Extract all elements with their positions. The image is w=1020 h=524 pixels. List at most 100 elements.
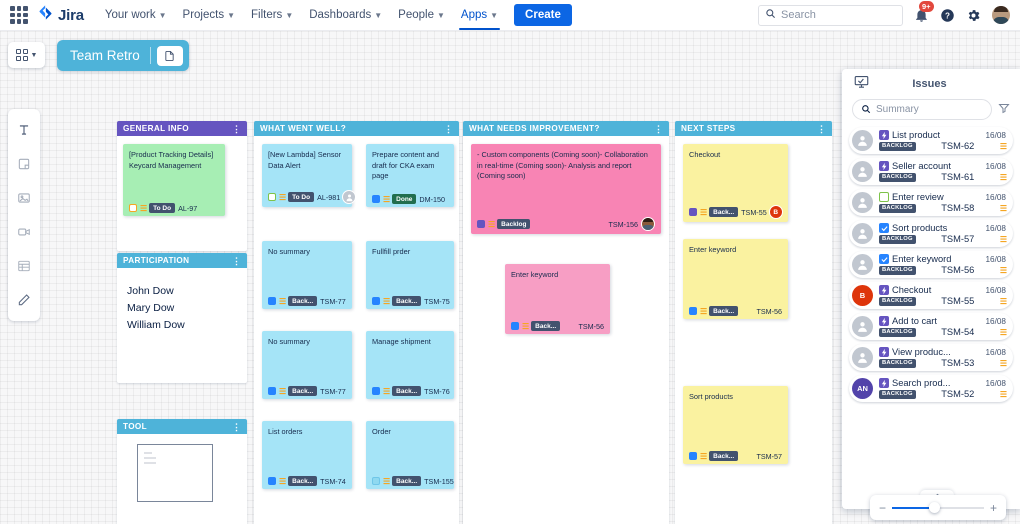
issue-row[interactable]: Sort products 16/08 BACKLOG TSM-57 ☰ xyxy=(849,220,1013,247)
zoom-in-button[interactable]: + xyxy=(990,502,997,514)
avatar[interactable]: B xyxy=(852,285,873,306)
issue-row[interactable]: View produc... 16/08 BACKLOG TSM-53 ☰ xyxy=(849,344,1013,371)
whiteboard-frame-thumbnail[interactable] xyxy=(137,444,213,502)
column-next-steps[interactable]: NEXT STEPS ⋮ Checkout ☰ Back... TSM-55 B… xyxy=(675,121,832,524)
zoom-out-button[interactable]: − xyxy=(879,502,886,514)
settings-gear-icon[interactable] xyxy=(966,8,981,23)
column-participation[interactable]: PARTICIPATION ⋮ John Dow Mary Dow Willia… xyxy=(117,253,247,383)
column-what-needs-improvement[interactable]: WHAT NEEDS IMPROVEMENT? ⋮ - Custom compo… xyxy=(463,121,669,524)
avatar[interactable]: AN xyxy=(852,378,873,399)
nav-item-people[interactable]: People ▼ xyxy=(391,5,452,25)
board-menu-button[interactable]: ▼ xyxy=(8,42,45,68)
avatar[interactable] xyxy=(641,217,655,231)
issue-row-bottom: BACKLOG TSM-62 ☰ xyxy=(879,141,1007,151)
column-menu-icon[interactable]: ⋮ xyxy=(232,256,241,265)
status-badge: Back... xyxy=(392,476,422,486)
issue-row[interactable]: AN Search prod... 16/08 BACKLOG TSM-52 ☰ xyxy=(849,375,1013,402)
column-header[interactable]: WHAT WENT WELL? ⋮ xyxy=(254,121,459,136)
column-menu-icon[interactable]: ⋮ xyxy=(817,124,826,133)
avatar[interactable] xyxy=(852,254,873,275)
table-tool-icon[interactable] xyxy=(9,249,39,283)
zoom-slider-track[interactable] xyxy=(892,501,984,513)
sticky-card[interactable]: - Custom components (Coming soon)- Colla… xyxy=(471,144,661,234)
zoom-control[interactable]: − + xyxy=(870,495,1006,520)
avatar[interactable]: B xyxy=(768,205,783,219)
global-search-input[interactable]: Search xyxy=(758,4,903,26)
issues-panel[interactable]: Issues Summary List product 16/08 BACKLOG T… xyxy=(842,69,1020,509)
notifications-bell-icon[interactable]: 9+ xyxy=(914,0,934,23)
avatar[interactable] xyxy=(852,130,873,151)
column-general-info[interactable]: GENERAL INFO ⋮ [Product Tracking Details… xyxy=(117,121,247,251)
column-menu-icon[interactable]: ⋮ xyxy=(232,124,241,133)
sticky-card[interactable]: Order ☰ Back... TSM-155 xyxy=(366,421,454,489)
avatar[interactable] xyxy=(852,223,873,244)
issue-key: TSM-77 xyxy=(320,386,346,396)
sticky-card[interactable]: List orders ☰ Back... TSM-74 xyxy=(262,421,352,489)
column-header[interactable]: NEXT STEPS ⋮ xyxy=(675,121,832,136)
column-header[interactable]: TOOL ⋮ xyxy=(117,419,247,434)
zoom-slider-handle[interactable] xyxy=(928,501,940,513)
column-header[interactable]: WHAT NEEDS IMPROVEMENT? ⋮ xyxy=(463,121,669,136)
avatar[interactable] xyxy=(852,161,873,182)
sticky-card[interactable]: Manage shipment ☰ Back... TSM-76 xyxy=(366,331,454,399)
sticky-note-tool-icon[interactable] xyxy=(9,147,39,181)
status-badge: Back... xyxy=(392,296,422,306)
pen-tool-icon[interactable] xyxy=(9,283,39,317)
frame-line xyxy=(144,457,156,459)
issue-row[interactable]: Enter keyword 16/08 BACKLOG TSM-56 ☰ xyxy=(849,251,1013,278)
nav-item-your-work[interactable]: Your work ▼ xyxy=(98,5,174,25)
avatar[interactable] xyxy=(852,347,873,368)
user-avatar[interactable] xyxy=(992,6,1010,24)
image-tool-icon[interactable] xyxy=(9,181,39,215)
sticky-card[interactable]: Enter keyword ☰ Back... TSM-56 xyxy=(683,239,788,319)
sticky-card[interactable]: Fullfill prder ☰ Back... TSM-75 xyxy=(366,241,454,309)
whiteboard-canvas[interactable]: ▼ Team Retro GENERAL INFO ⋮ [Product Tra… xyxy=(0,31,1020,524)
sticky-card[interactable]: Enter keyword ☰ Back... TSM-56 xyxy=(505,264,610,334)
nav-item-apps[interactable]: Apps ▼ xyxy=(454,5,505,30)
avatar[interactable] xyxy=(342,190,357,204)
issue-row-bottom: BACKLOG TSM-55 ☰ xyxy=(879,296,1007,306)
nav-item-projects[interactable]: Projects ▼ xyxy=(176,5,242,25)
column-menu-icon[interactable]: ⋮ xyxy=(444,124,453,133)
board-tab-team-retro[interactable]: Team Retro xyxy=(57,40,189,71)
issue-row[interactable]: Enter review 16/08 BACKLOG TSM-58 ☰ xyxy=(849,189,1013,216)
column-tool[interactable]: TOOL ⋮ xyxy=(117,419,247,524)
column-menu-icon[interactable]: ⋮ xyxy=(654,124,663,133)
column-what-went-well[interactable]: WHAT WENT WELL? ⋮ [New Lambda] Sensor Da… xyxy=(254,121,459,524)
column-body[interactable]: [New Lambda] Sensor Data Alert ☰ To Do A… xyxy=(254,136,459,524)
issue-row[interactable]: Seller account 16/08 BACKLOG TSM-61 ☰ xyxy=(849,158,1013,185)
issue-row[interactable]: B Checkout 16/08 BACKLOG TSM-55 ☰ xyxy=(849,282,1013,309)
help-icon[interactable]: ? xyxy=(940,8,955,23)
video-tool-icon[interactable] xyxy=(9,215,39,249)
duplicate-board-icon[interactable] xyxy=(156,45,183,66)
issues-list[interactable]: List product 16/08 BACKLOG TSM-62 ☰ Seller ac… xyxy=(842,127,1020,402)
column-body[interactable]: Checkout ☰ Back... TSM-55 B Enter keywor… xyxy=(675,136,832,524)
status-badge: Back... xyxy=(392,386,422,396)
issues-summary-search-input[interactable]: Summary xyxy=(852,99,992,120)
nav-item-filters[interactable]: Filters ▼ xyxy=(244,5,300,25)
column-body[interactable] xyxy=(117,444,247,502)
avatar[interactable] xyxy=(852,316,873,337)
sticky-card[interactable]: [New Lambda] Sensor Data Alert ☰ To Do A… xyxy=(262,144,357,207)
sticky-card[interactable]: No summary ☰ Back... TSM-77 xyxy=(262,331,352,399)
nav-item-dashboards[interactable]: Dashboards ▼ xyxy=(302,5,389,25)
jira-logo-home-link[interactable]: Jira xyxy=(37,4,84,26)
sticky-card[interactable]: No summary ☰ Back... TSM-77 xyxy=(262,241,352,309)
column-body[interactable]: John Dow Mary Dow William Dow xyxy=(117,268,247,331)
sticky-card[interactable]: Checkout ☰ Back... TSM-55 B xyxy=(683,144,788,222)
issue-row[interactable]: List product 16/08 BACKLOG TSM-62 ☰ xyxy=(849,127,1013,154)
issue-row[interactable]: Add to cart 16/08 BACKLOG TSM-54 ☰ xyxy=(849,313,1013,340)
column-header[interactable]: PARTICIPATION ⋮ xyxy=(117,253,247,268)
sticky-card[interactable]: Sort products ☰ Back... TSM-57 xyxy=(683,386,788,464)
column-body[interactable]: - Custom components (Coming soon)- Colla… xyxy=(463,136,669,524)
column-body[interactable]: [Product Tracking Details] Keycard Manag… xyxy=(117,136,247,251)
avatar[interactable] xyxy=(852,192,873,213)
filter-icon[interactable] xyxy=(998,101,1010,119)
column-header[interactable]: GENERAL INFO ⋮ xyxy=(117,121,247,136)
text-tool-icon[interactable] xyxy=(9,113,39,147)
sticky-card[interactable]: Prepare content and draft for CKA exam p… xyxy=(366,144,454,207)
column-menu-icon[interactable]: ⋮ xyxy=(232,422,241,431)
create-button[interactable]: Create xyxy=(514,4,572,26)
sticky-card[interactable]: [Product Tracking Details] Keycard Manag… xyxy=(123,144,225,216)
apps-grid-icon[interactable] xyxy=(10,6,28,24)
